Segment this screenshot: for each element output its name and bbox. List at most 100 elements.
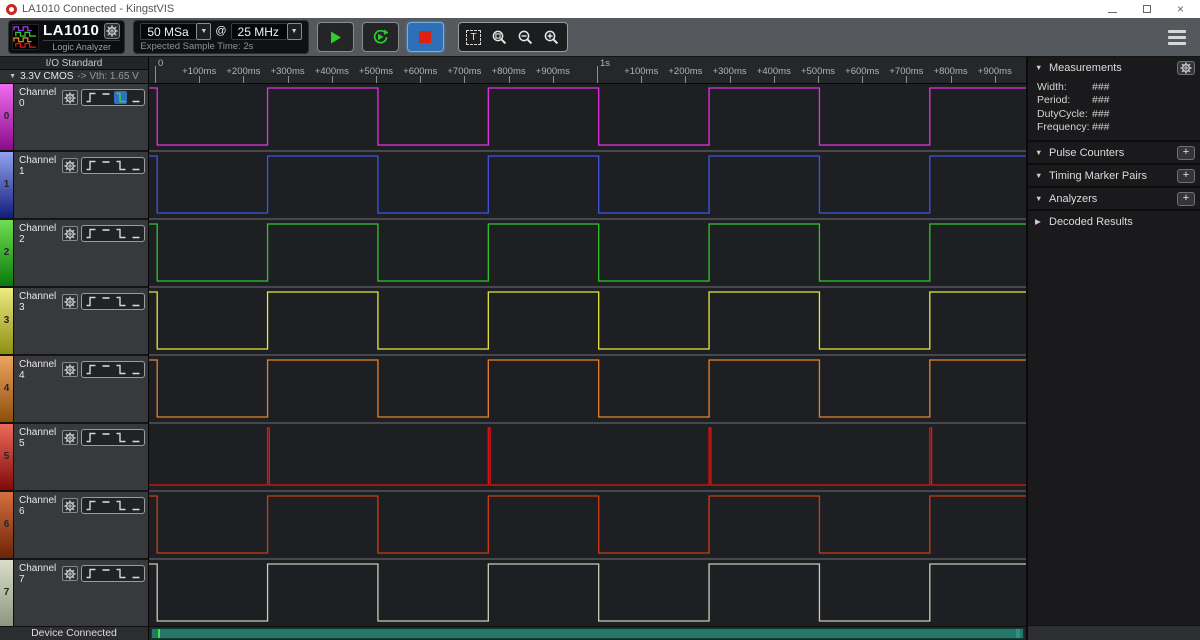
trigger-low-level-button[interactable] bbox=[129, 91, 142, 104]
trigger-falling-edge-button[interactable] bbox=[114, 159, 127, 172]
trigger-high-level-button[interactable] bbox=[99, 295, 112, 308]
sample-depth-value[interactable]: 50 MSa bbox=[140, 23, 196, 40]
trigger-rising-edge-button[interactable] bbox=[84, 295, 97, 308]
trigger-falling-edge-button[interactable] bbox=[114, 499, 127, 512]
channel-label[interactable]: Channel 2 bbox=[19, 223, 59, 245]
add-button[interactable]: + bbox=[1177, 192, 1195, 206]
trigger-rising-edge-button[interactable] bbox=[84, 91, 97, 104]
collapse-arrow-icon[interactable]: ▼ bbox=[1035, 148, 1043, 157]
trigger-falling-edge-button[interactable] bbox=[114, 363, 127, 376]
trigger-rising-edge-button[interactable] bbox=[84, 431, 97, 444]
trigger-falling-edge-button[interactable] bbox=[114, 91, 127, 104]
trigger-rising-edge-button[interactable] bbox=[84, 159, 97, 172]
channel-color-strip[interactable]: 4 bbox=[0, 356, 14, 422]
waveform-row-ch7[interactable] bbox=[149, 560, 1026, 626]
device-settings-button[interactable] bbox=[104, 23, 120, 39]
trigger-rising-edge-button[interactable] bbox=[84, 227, 97, 240]
trigger-low-level-button[interactable] bbox=[129, 227, 142, 240]
channel-label[interactable]: Channel 1 bbox=[19, 155, 59, 177]
measurements-settings-button[interactable] bbox=[1177, 61, 1195, 75]
trigger-low-level-button[interactable] bbox=[129, 499, 142, 512]
io-standard-value[interactable]: ▼ 3.3V CMOS -> Vth: 1.65 V bbox=[0, 70, 148, 84]
trigger-low-level-button[interactable] bbox=[129, 567, 142, 580]
channel-label[interactable]: Channel 5 bbox=[19, 427, 59, 449]
start-capture-button[interactable] bbox=[317, 22, 354, 52]
channel-label[interactable]: Channel 6 bbox=[19, 495, 59, 517]
waveform-row-ch4[interactable] bbox=[149, 356, 1026, 422]
collapse-arrow-icon[interactable]: ▼ bbox=[1035, 171, 1043, 180]
trigger-high-level-button[interactable] bbox=[99, 499, 112, 512]
io-standard-header[interactable]: I/O Standard bbox=[0, 57, 148, 70]
section-header-analyzers[interactable]: ▼Analyzers+ bbox=[1028, 188, 1200, 209]
trigger-low-level-button[interactable] bbox=[129, 431, 142, 444]
collapse-arrow-icon[interactable]: ▼ bbox=[1035, 194, 1043, 203]
channel-settings-button[interactable] bbox=[62, 498, 78, 513]
section-header-pulse-counters[interactable]: ▼Pulse Counters+ bbox=[1028, 142, 1200, 163]
trigger-high-level-button[interactable] bbox=[99, 567, 112, 580]
channel-color-strip[interactable]: 0 bbox=[0, 84, 14, 150]
expand-arrow-icon[interactable]: ▶ bbox=[1035, 217, 1043, 226]
waveform-row-ch6[interactable] bbox=[149, 492, 1026, 558]
channel-label[interactable]: Channel 0 bbox=[19, 87, 59, 109]
trigger-falling-edge-button[interactable] bbox=[114, 295, 127, 308]
sample-rate-select[interactable]: 25 MHz ▼ bbox=[231, 23, 302, 40]
timeline-ruler[interactable]: 0+100ms+200ms+300ms+400ms+500ms+600ms+70… bbox=[149, 57, 1026, 84]
channel-settings-button[interactable] bbox=[62, 294, 78, 309]
channel-color-strip[interactable]: 5 bbox=[0, 424, 14, 490]
channel-settings-button[interactable] bbox=[62, 566, 78, 581]
trigger-rising-edge-button[interactable] bbox=[84, 363, 97, 376]
zoom-in-button[interactable] bbox=[539, 24, 565, 50]
section-header-decoded-results[interactable]: ▶Decoded Results bbox=[1028, 211, 1200, 232]
channel-color-strip[interactable]: 3 bbox=[0, 288, 14, 354]
channel-label[interactable]: Channel 3 bbox=[19, 291, 59, 313]
trigger-high-level-button[interactable] bbox=[99, 363, 112, 376]
channel-color-strip[interactable]: 2 bbox=[0, 220, 14, 286]
stop-capture-button[interactable] bbox=[407, 22, 444, 52]
chevron-down-icon[interactable]: ▼ bbox=[287, 23, 302, 40]
channel-color-strip[interactable]: 1 bbox=[0, 152, 14, 218]
trigger-falling-edge-button[interactable] bbox=[114, 227, 127, 240]
menu-button[interactable] bbox=[1168, 30, 1186, 45]
waveform-row-ch3[interactable] bbox=[149, 288, 1026, 354]
trigger-low-level-button[interactable] bbox=[129, 159, 142, 172]
waveform-row-ch0[interactable] bbox=[149, 84, 1026, 150]
waveform-row-ch1[interactable] bbox=[149, 152, 1026, 218]
channel-settings-button[interactable] bbox=[62, 362, 78, 377]
maximize-button[interactable] bbox=[1143, 4, 1151, 14]
zoom-out-button[interactable] bbox=[513, 24, 539, 50]
trigger-high-level-button[interactable] bbox=[99, 431, 112, 444]
section-header-measurements[interactable]: ▼Measurements bbox=[1028, 57, 1200, 78]
close-button[interactable]: × bbox=[1177, 4, 1184, 14]
channel-settings-button[interactable] bbox=[62, 226, 78, 241]
trigger-low-level-button[interactable] bbox=[129, 363, 142, 376]
channel-label[interactable]: Channel 4 bbox=[19, 359, 59, 381]
loop-capture-button[interactable] bbox=[362, 22, 399, 52]
chevron-down-icon[interactable]: ▼ bbox=[196, 23, 211, 40]
trigger-falling-edge-button[interactable] bbox=[114, 431, 127, 444]
channel-color-strip[interactable]: 6 bbox=[0, 492, 14, 558]
sample-depth-select[interactable]: 50 MSa ▼ bbox=[140, 23, 211, 40]
channel-settings-button[interactable] bbox=[62, 90, 78, 105]
add-button[interactable]: + bbox=[1177, 146, 1195, 160]
waveform-row-ch2[interactable] bbox=[149, 220, 1026, 286]
trigger-group bbox=[81, 497, 145, 514]
section-header-timing-marker-pairs[interactable]: ▼Timing Marker Pairs+ bbox=[1028, 165, 1200, 186]
add-button[interactable]: + bbox=[1177, 169, 1195, 183]
trigger-low-level-button[interactable] bbox=[129, 295, 142, 308]
waveform-row-ch5[interactable] bbox=[149, 424, 1026, 490]
zoom-fit-button[interactable] bbox=[487, 24, 513, 50]
channel-color-strip[interactable]: 7 bbox=[0, 560, 14, 626]
trigger-high-level-button[interactable] bbox=[99, 159, 112, 172]
trigger-rising-edge-button[interactable] bbox=[84, 567, 97, 580]
trigger-high-level-button[interactable] bbox=[99, 227, 112, 240]
trigger-falling-edge-button[interactable] bbox=[114, 567, 127, 580]
trigger-rising-edge-button[interactable] bbox=[84, 499, 97, 512]
collapse-arrow-icon[interactable]: ▼ bbox=[1035, 63, 1043, 72]
trigger-zoom-button[interactable]: T bbox=[461, 24, 487, 50]
channel-label[interactable]: Channel 7 bbox=[19, 563, 59, 585]
minimize-button[interactable] bbox=[1108, 4, 1117, 14]
sample-rate-value[interactable]: 25 MHz bbox=[231, 23, 287, 40]
channel-settings-button[interactable] bbox=[62, 158, 78, 173]
channel-settings-button[interactable] bbox=[62, 430, 78, 445]
trigger-high-level-button[interactable] bbox=[99, 91, 112, 104]
